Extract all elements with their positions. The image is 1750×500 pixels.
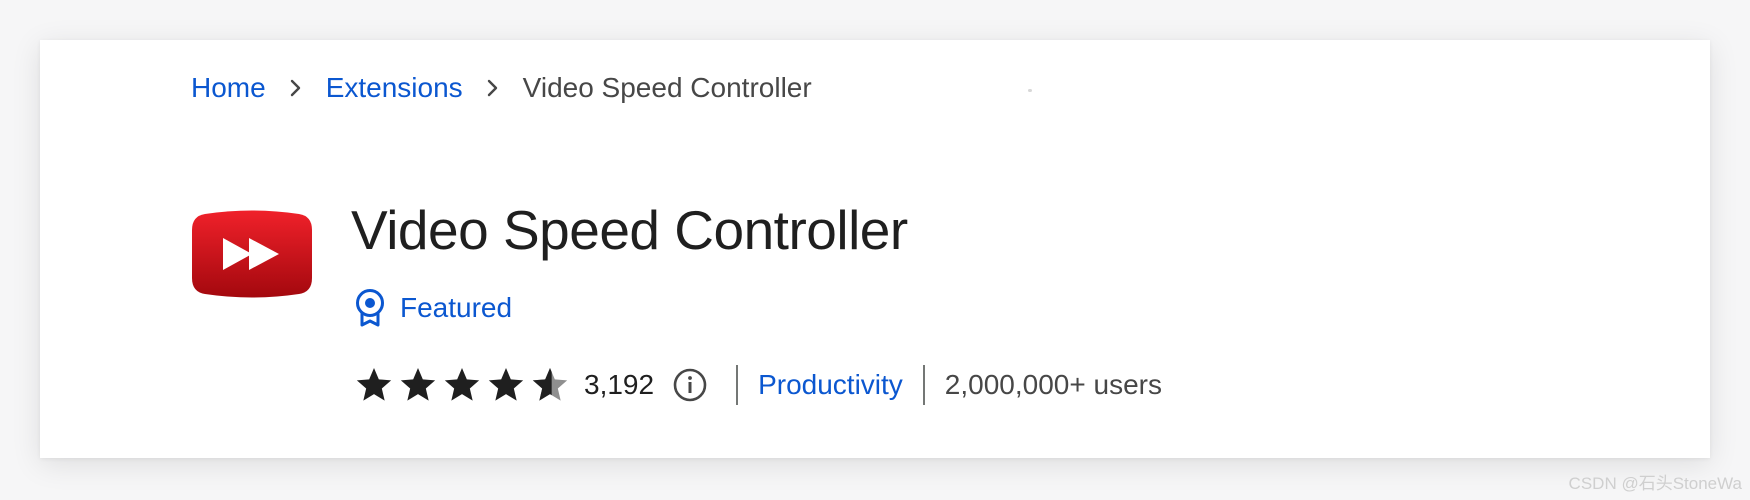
half-star-icon <box>530 365 570 405</box>
category-link[interactable]: Productivity <box>758 369 903 401</box>
rating-count: 3,192 <box>584 369 655 400</box>
watermark: CSDN @石头StoneWa <box>1568 474 1742 493</box>
star-icon <box>486 365 526 405</box>
featured-badge[interactable]: Featured <box>354 288 512 328</box>
red-fast-forward-icon <box>191 208 313 300</box>
decorative-dot <box>1028 89 1032 92</box>
chevron-right-icon <box>463 78 523 98</box>
star-icon <box>398 365 438 405</box>
breadcrumb: Home Extensions Video Speed Controller <box>191 70 812 106</box>
info-icon[interactable] <box>672 367 708 403</box>
featured-label: Featured <box>400 292 513 323</box>
star-icon <box>442 365 482 405</box>
page-background: Home Extensions Video Speed Controller V… <box>0 0 1750 500</box>
extension-meta-row: 3,192 Productivity 2,000,000+ users <box>354 362 1162 408</box>
extension-title: Video Speed Controller <box>351 199 908 261</box>
breadcrumb-current: Video Speed Controller <box>522 72 812 103</box>
meta-divider <box>736 365 739 405</box>
star-rating <box>354 365 574 405</box>
extension-header-card: Home Extensions Video Speed Controller V… <box>40 40 1710 458</box>
breadcrumb-extensions-link[interactable]: Extensions <box>326 72 463 104</box>
breadcrumb-home-link[interactable]: Home <box>191 72 266 104</box>
user-count: 2,000,000+ users <box>944 369 1162 400</box>
chevron-right-icon <box>266 78 326 98</box>
star-icon <box>354 365 394 405</box>
meta-divider <box>922 365 925 405</box>
award-badge-icon <box>354 288 386 328</box>
